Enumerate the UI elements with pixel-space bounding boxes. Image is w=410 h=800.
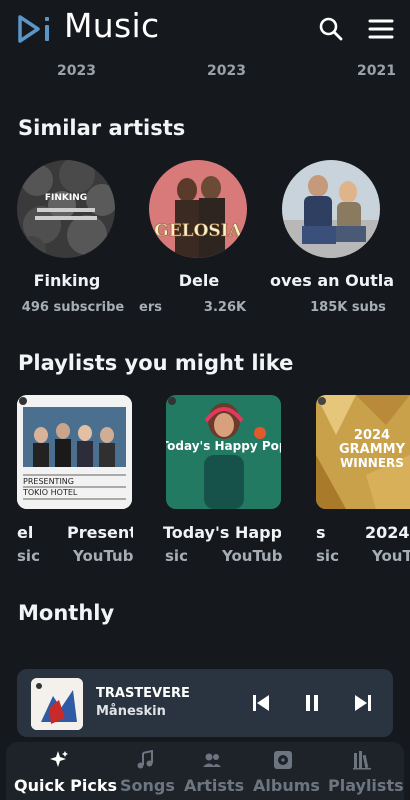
top-bar: Music [0, 0, 410, 58]
artist-name: Finking [33, 271, 101, 290]
similar-artists-title: Similar artists [18, 116, 186, 140]
nav-label: Albums [253, 776, 320, 795]
sparkle-icon [50, 751, 68, 767]
nav-songs[interactable]: Songs [116, 742, 175, 800]
nav-playlists[interactable]: Playlists [326, 742, 404, 800]
artist-art-text: FINKING [45, 193, 87, 203]
logo-icon [18, 15, 49, 43]
artist-name: oves an Outla [269, 271, 395, 290]
playlist-title: Presenti [67, 523, 133, 542]
artist-card-dele[interactable]: GELOSIA Dele 3.26K [149, 160, 249, 320]
track-artist: Måneskin [96, 704, 166, 719]
nav-label: Quick Picks [14, 776, 118, 795]
playlist-art-text: TOKIO HOTEL [22, 488, 78, 497]
playlist-subtitle-partial: sic [17, 547, 39, 565]
playlist-art-text: GRAMMY [339, 442, 406, 457]
nav-artists[interactable]: Artists [182, 742, 248, 800]
playlists-title: Playlists you might like [18, 351, 294, 375]
playlist-art-text: Today's Happy Pop [166, 439, 281, 453]
album-years-row: 2023 2023 2021 [0, 63, 410, 83]
playlist-art-text: WINNERS [340, 456, 404, 470]
nav-label: Artists [184, 776, 245, 795]
search-icon[interactable] [316, 14, 346, 44]
now-playing-artwork [31, 678, 83, 730]
artist-subscribers: 496 subscribe [21, 300, 125, 315]
nav-albums[interactable]: Albums [252, 742, 324, 800]
playlist-subtitle: YouT [372, 547, 410, 565]
playlist-title: Today's Happy I [163, 523, 281, 542]
pause-icon[interactable] [300, 691, 324, 715]
playlist-subtitle: YouTub [73, 547, 133, 565]
artist-art-text: GELOSIA [154, 221, 242, 241]
nav-label: Songs [120, 776, 175, 795]
playlist-title: 2024 [365, 523, 410, 542]
mini-player[interactable]: TRASTEVERE Måneskin [17, 669, 393, 737]
app-title: Music [64, 6, 160, 45]
artist-name: Dele [178, 271, 220, 290]
artist-card-finking[interactable]: FINKING Finking 496 subscribe [17, 160, 124, 320]
album-year: 2021 [357, 63, 396, 79]
monthly-title: Monthly [18, 601, 115, 625]
playlist-card-todays-happy-pop[interactable]: Today's Happy Pop [166, 395, 281, 509]
playlist-subtitle-partial: sic [316, 547, 339, 565]
bottom-nav: Quick Picks Songs Artists Albums Playlis… [6, 742, 404, 800]
playlist-subtitle: YouTub [222, 547, 282, 565]
nav-label: Playlists [328, 776, 404, 795]
playlist-art-text: PRESENTING [23, 477, 74, 486]
playlist-subtitle-partial: sic [165, 547, 188, 565]
artist-avatar [282, 160, 380, 258]
disc-icon [274, 751, 292, 769]
library-icon [353, 751, 371, 770]
artist-subscribers: 185K subs [310, 300, 386, 315]
album-year: 2023 [57, 63, 96, 79]
artist-avatar: GELOSIA [149, 160, 247, 258]
nav-quick-picks[interactable]: Quick Picks [6, 742, 118, 800]
previous-icon[interactable] [249, 691, 273, 715]
album-year: 2023 [207, 63, 246, 79]
playlist-title-partial: el [17, 523, 34, 542]
people-icon [203, 753, 221, 767]
playlist-card-presenting-tokio-hotel[interactable]: PRESENTING TOKIO HOTEL [17, 395, 132, 509]
track-title: TRASTEVERE [96, 686, 190, 701]
artist-avatar: FINKING [17, 160, 115, 258]
next-icon[interactable] [351, 691, 375, 715]
playlist-card-2024-grammy-winners[interactable]: 2024 GRAMMY WINNERS [316, 395, 410, 509]
playlist-title-partial: s [316, 523, 326, 542]
playlist-art-text: 2024 [354, 428, 390, 443]
artist-subscribers-partial: ers [139, 300, 162, 315]
music-note-icon [137, 750, 153, 769]
menu-icon[interactable] [366, 14, 396, 44]
artist-card-loves-an-outlaw[interactable]: oves an Outla 185K subs [270, 160, 394, 320]
